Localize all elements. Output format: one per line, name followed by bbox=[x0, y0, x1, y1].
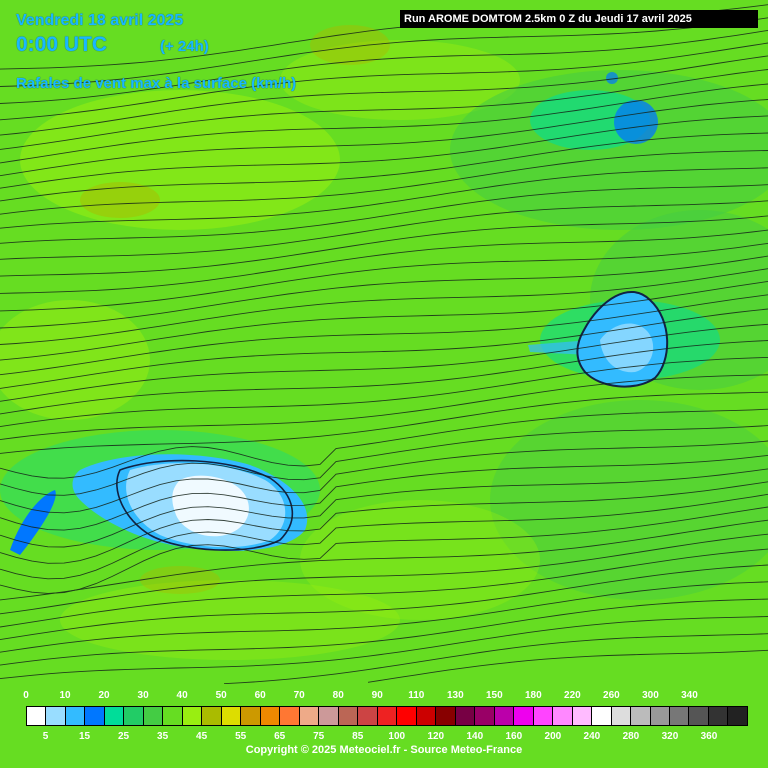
legend-swatch bbox=[65, 707, 86, 725]
legend-swatch bbox=[358, 707, 378, 725]
legend-label-bottom: 280 bbox=[622, 731, 640, 742]
legend-label-top: 90 bbox=[371, 690, 383, 701]
legend-label-bottom: 140 bbox=[466, 731, 484, 742]
legend-swatch bbox=[689, 707, 709, 725]
legend-swatch bbox=[397, 707, 417, 725]
legend-label-top: 150 bbox=[485, 690, 503, 701]
legend-swatch bbox=[611, 707, 632, 725]
legend-swatch bbox=[280, 707, 300, 725]
legend-swatch bbox=[533, 707, 554, 725]
legend-label-bottom: 5 bbox=[42, 731, 49, 742]
legend-label-bottom: 45 bbox=[196, 731, 208, 742]
legend-swatch bbox=[572, 707, 593, 725]
legend-label-bottom: 160 bbox=[505, 731, 523, 742]
legend-swatch bbox=[299, 707, 320, 725]
legend-label-top: 0 bbox=[23, 690, 29, 701]
legend-swatch bbox=[475, 707, 495, 725]
legend-label-top: 50 bbox=[215, 690, 227, 701]
legend-swatch bbox=[260, 707, 281, 725]
legend-swatch bbox=[436, 707, 456, 725]
legend-swatch bbox=[669, 707, 690, 725]
model-run-label: Run AROME DOMTOM 2.5km 0 Z du Jeudi 17 a… bbox=[400, 10, 758, 28]
legend-label-top: 60 bbox=[254, 690, 266, 701]
legend-label-bottom: 100 bbox=[388, 731, 406, 742]
legend-swatch bbox=[143, 707, 164, 725]
legend-label-bottom: 240 bbox=[583, 731, 601, 742]
legend-swatch bbox=[221, 707, 242, 725]
legend-swatch bbox=[104, 707, 125, 725]
parameter-title: Rafales de vent max à la surface (km/h) bbox=[16, 75, 297, 92]
legend-label-top: 80 bbox=[332, 690, 344, 701]
legend-label-bottom: 25 bbox=[118, 731, 130, 742]
legend-swatch bbox=[728, 707, 747, 725]
legend-label-top: 130 bbox=[446, 690, 464, 701]
legend-swatch bbox=[182, 707, 203, 725]
wind-gust-map bbox=[0, 0, 768, 768]
legend-swatch bbox=[455, 707, 476, 725]
legend-label-bottom: 120 bbox=[427, 731, 445, 742]
legend-label-top: 40 bbox=[176, 690, 188, 701]
legend-label-top: 300 bbox=[642, 690, 659, 701]
legend-swatch bbox=[338, 707, 359, 725]
legend-label-top: 10 bbox=[59, 690, 71, 701]
legend-label-bottom: 15 bbox=[78, 731, 91, 742]
legend-label-top: 340 bbox=[681, 690, 698, 701]
legend-label-bottom: 85 bbox=[352, 731, 364, 742]
legend-color-bar bbox=[26, 706, 748, 726]
legend-swatch bbox=[241, 707, 261, 725]
legend-label-bottom: 360 bbox=[700, 731, 718, 742]
legend-swatch bbox=[27, 707, 47, 725]
legend-label-top: 30 bbox=[137, 690, 149, 701]
legend-label-top: 20 bbox=[98, 690, 110, 701]
legend-swatch bbox=[46, 707, 66, 725]
legend-label-bottom: 55 bbox=[235, 731, 247, 742]
legend-swatch bbox=[592, 707, 612, 725]
forecast-lead-time: (+ 24h) bbox=[160, 38, 209, 55]
legend-swatch bbox=[124, 707, 144, 725]
legend-label-bottom: 65 bbox=[274, 731, 286, 742]
legend-swatch bbox=[650, 707, 670, 725]
legend-label-bottom: 200 bbox=[544, 731, 562, 742]
forecast-time: 0:00 UTC bbox=[16, 33, 108, 56]
legend-label-bottom: 75 bbox=[313, 731, 325, 742]
legend-swatch bbox=[202, 707, 222, 725]
legend-swatch bbox=[514, 707, 534, 725]
legend-label-top: 70 bbox=[293, 690, 305, 701]
forecast-date: Vendredi 18 avril 2025 bbox=[16, 12, 184, 29]
legend-swatch bbox=[416, 707, 437, 725]
legend-swatch bbox=[631, 707, 651, 725]
legend-label-top: 260 bbox=[603, 690, 620, 701]
legend-swatch bbox=[708, 707, 729, 725]
legend-label-bottom: 320 bbox=[661, 731, 679, 742]
legend-swatch bbox=[494, 707, 515, 725]
legend-swatch bbox=[377, 707, 398, 725]
copyright-text: Copyright © 2025 Meteociel.fr - Source M… bbox=[245, 744, 523, 756]
legend-swatch bbox=[85, 707, 105, 725]
legend-swatch bbox=[163, 707, 183, 725]
legend-label-top: 110 bbox=[408, 690, 425, 701]
legend-label-top: 220 bbox=[564, 690, 581, 701]
legend-swatch bbox=[553, 707, 573, 725]
legend-label-top: 180 bbox=[525, 690, 542, 701]
legend-swatch bbox=[319, 707, 339, 725]
legend-label-bottom: 35 bbox=[157, 731, 169, 742]
